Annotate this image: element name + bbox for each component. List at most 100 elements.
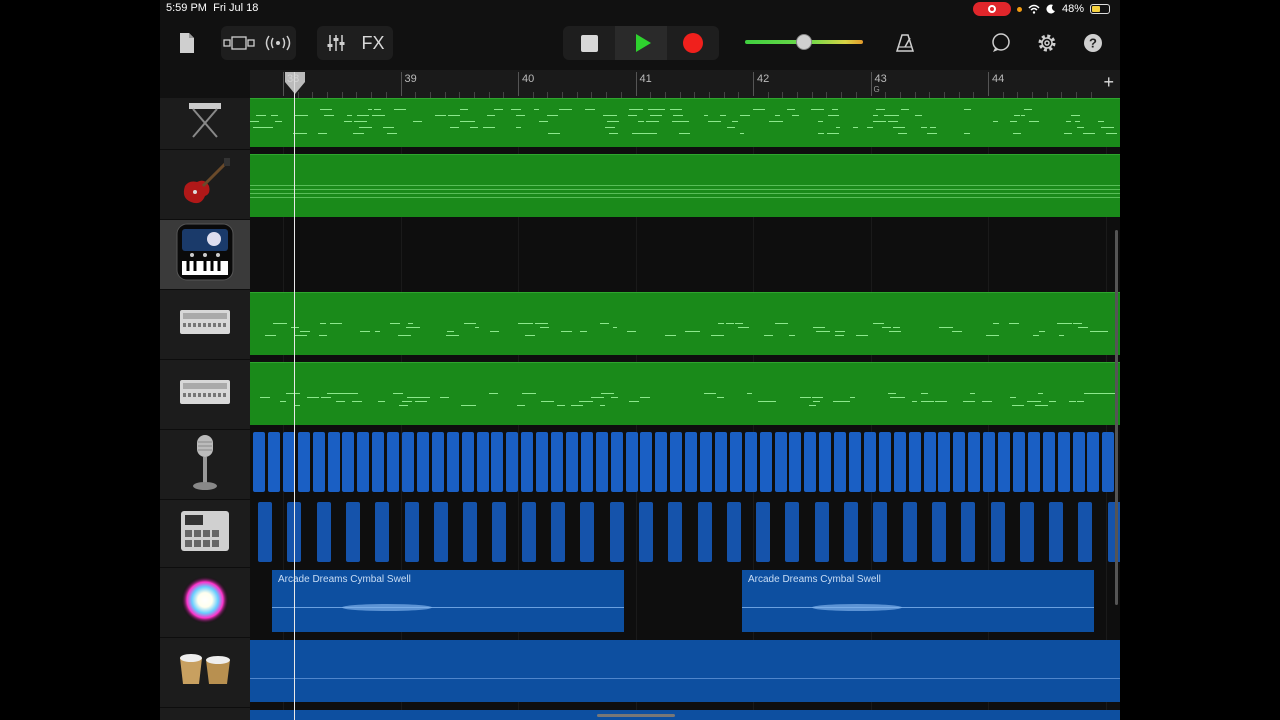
- master-volume-slider[interactable]: [745, 34, 863, 50]
- audio-region[interactable]: [1012, 432, 1025, 492]
- audio-region[interactable]: [714, 432, 727, 492]
- stop-button[interactable]: [563, 26, 615, 60]
- audio-region[interactable]: [565, 432, 578, 492]
- midi-region[interactable]: [250, 362, 1120, 425]
- my-songs-button[interactable]: [174, 28, 200, 58]
- audio-region[interactable]: [1057, 432, 1070, 492]
- audio-region[interactable]: [446, 432, 459, 492]
- section-marker[interactable]: G: [874, 85, 880, 94]
- audio-region[interactable]: [902, 502, 917, 562]
- audio-region[interactable]: [258, 502, 272, 562]
- audio-region[interactable]: [312, 432, 325, 492]
- audio-region[interactable]: [1049, 502, 1064, 562]
- audio-region[interactable]: [250, 640, 1120, 702]
- audio-region[interactable]: [863, 432, 876, 492]
- screen-recording-icon[interactable]: [972, 2, 1011, 16]
- audio-region[interactable]: [551, 502, 565, 562]
- audio-region[interactable]: [804, 432, 817, 492]
- audio-region[interactable]: [998, 432, 1010, 492]
- record-button[interactable]: [667, 26, 719, 60]
- audio-region[interactable]: [729, 432, 742, 492]
- audio-region[interactable]: [908, 432, 921, 492]
- midi-region[interactable]: [250, 98, 1120, 147]
- audio-region[interactable]: [1087, 432, 1100, 492]
- audio-region[interactable]: [461, 432, 474, 492]
- audio-region[interactable]: [953, 432, 966, 492]
- midi-region[interactable]: [250, 154, 1120, 217]
- audio-region[interactable]: [282, 432, 295, 492]
- audio-region[interactable]: [327, 432, 340, 492]
- mixer-button[interactable]: [321, 28, 351, 58]
- track-header[interactable]: [160, 290, 250, 360]
- audio-region[interactable]: [253, 432, 265, 492]
- audio-region[interactable]: [1072, 432, 1085, 492]
- audio-region[interactable]: [595, 432, 608, 492]
- audio-region[interactable]: [844, 502, 858, 562]
- loop-browser-button[interactable]: [986, 28, 1016, 58]
- audio-region[interactable]: [968, 432, 981, 492]
- metronome-button[interactable]: [890, 28, 920, 58]
- audio-region[interactable]: [1042, 432, 1055, 492]
- vertical-scroll-indicator[interactable]: [1115, 230, 1118, 605]
- track-header[interactable]: [160, 150, 250, 220]
- audio-region[interactable]: [1078, 502, 1093, 562]
- audio-region[interactable]: [433, 502, 448, 562]
- audio-region[interactable]: [744, 432, 757, 492]
- audio-region[interactable]: [819, 432, 832, 492]
- audio-region[interactable]: [685, 432, 698, 492]
- cymbal-swell-region[interactable]: Arcade Dreams Cymbal Swell: [742, 570, 1094, 632]
- audio-region[interactable]: [923, 432, 936, 492]
- audio-region[interactable]: [491, 432, 504, 492]
- audio-region[interactable]: [521, 432, 534, 492]
- audio-region[interactable]: [610, 432, 623, 492]
- playhead-handle[interactable]: [283, 72, 307, 96]
- audio-region[interactable]: [372, 432, 385, 492]
- audio-region[interactable]: [357, 432, 370, 492]
- audio-region[interactable]: [387, 432, 400, 492]
- fx-button[interactable]: FX: [357, 28, 389, 58]
- add-section-button[interactable]: +: [1103, 72, 1114, 93]
- audio-region[interactable]: [1027, 432, 1040, 492]
- track-header[interactable]: [160, 500, 250, 568]
- playhead[interactable]: [294, 72, 295, 720]
- audio-region[interactable]: [431, 432, 444, 492]
- audio-region[interactable]: [849, 432, 861, 492]
- audio-region[interactable]: [655, 432, 668, 492]
- audio-region[interactable]: [404, 502, 419, 562]
- audio-region[interactable]: [726, 502, 741, 562]
- track-header[interactable]: [160, 568, 250, 638]
- audio-region[interactable]: [814, 502, 829, 562]
- audio-region[interactable]: [521, 502, 536, 562]
- audio-region[interactable]: [536, 432, 549, 492]
- audio-region[interactable]: [402, 432, 414, 492]
- audio-region[interactable]: [580, 432, 593, 492]
- audio-region[interactable]: [1019, 502, 1034, 562]
- track-header[interactable]: [160, 638, 250, 708]
- audio-region[interactable]: [638, 502, 653, 562]
- audio-region[interactable]: [640, 432, 653, 492]
- audio-region[interactable]: [774, 432, 787, 492]
- audio-region[interactable]: [250, 710, 1120, 720]
- audio-region[interactable]: [697, 502, 712, 562]
- audio-region[interactable]: [834, 432, 847, 492]
- audio-region[interactable]: [938, 432, 951, 492]
- audio-region[interactable]: [416, 432, 429, 492]
- audio-region[interactable]: [316, 502, 331, 562]
- audio-region[interactable]: [785, 502, 800, 562]
- browser-view-button[interactable]: [223, 28, 257, 58]
- audio-region[interactable]: [670, 432, 683, 492]
- track-header[interactable]: [160, 430, 250, 500]
- audio-region[interactable]: [1102, 432, 1115, 492]
- track-header[interactable]: [160, 360, 250, 430]
- audio-region[interactable]: [789, 432, 802, 492]
- audio-region[interactable]: [580, 502, 595, 562]
- audio-region[interactable]: [492, 502, 507, 562]
- timeline-ruler[interactable]: 38394041424344G+: [250, 70, 1120, 98]
- track-header[interactable]: [160, 98, 250, 150]
- audio-region[interactable]: [700, 432, 712, 492]
- audio-region[interactable]: [297, 432, 310, 492]
- audio-region[interactable]: [893, 432, 906, 492]
- audio-region[interactable]: [345, 502, 360, 562]
- midi-region[interactable]: [250, 292, 1120, 355]
- settings-button[interactable]: [1032, 28, 1062, 58]
